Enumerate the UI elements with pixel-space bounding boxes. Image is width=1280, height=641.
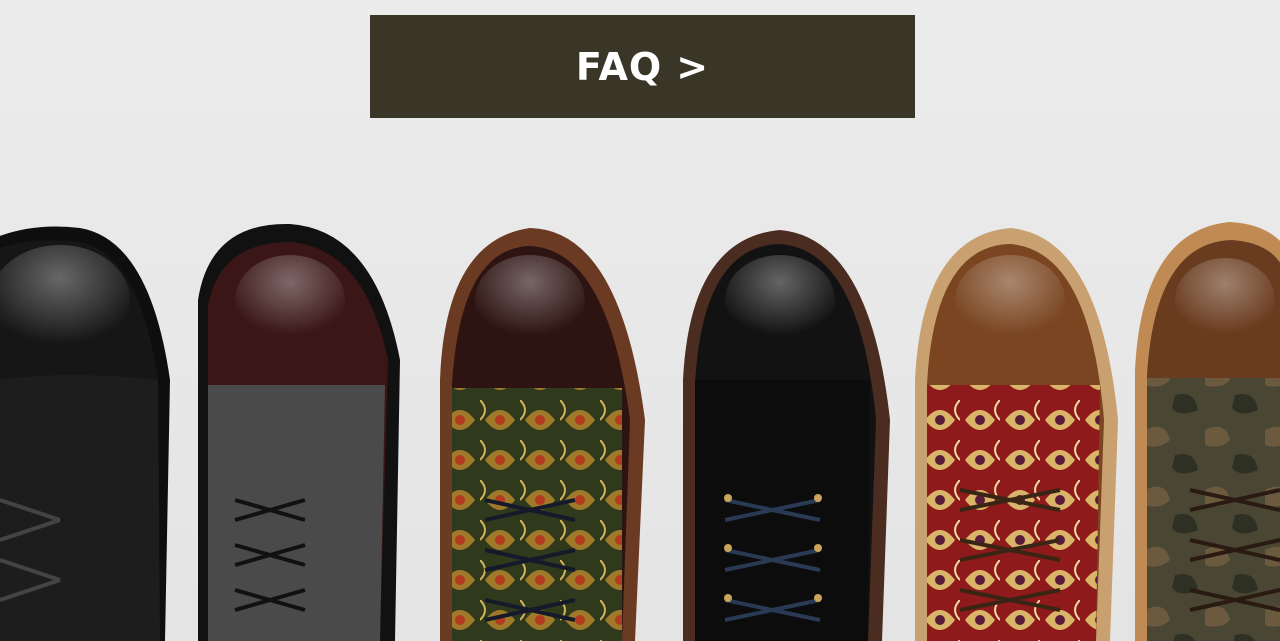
boot-5 [915, 228, 1118, 641]
boot-2 [198, 223, 400, 641]
boot-6 [1135, 222, 1280, 641]
boot-1 [0, 226, 170, 641]
faq-button-label: FAQ [575, 44, 663, 89]
boot-4 [683, 230, 890, 641]
boot-3 [440, 228, 645, 641]
faq-button[interactable]: FAQ > [370, 15, 915, 118]
chevron-right-icon: > [676, 44, 710, 89]
